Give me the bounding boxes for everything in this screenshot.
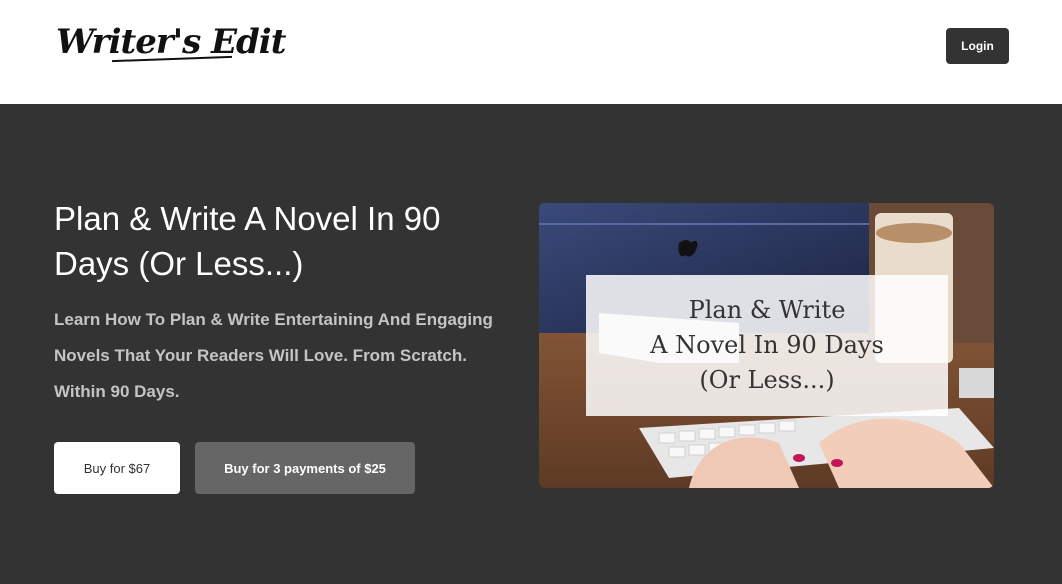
hero-subtitle: Learn How To Plan & Write Entertaining A…	[54, 310, 493, 401]
hero-section: Plan & Write A Novel In 90 Days (Or Less…	[0, 104, 1062, 584]
login-button[interactable]: Login	[946, 28, 1009, 64]
course-promo-image: Plan & Write A Novel In 90 Days (Or Less…	[539, 203, 994, 488]
promo-line-2: A Novel In 90 Days	[650, 331, 884, 359]
promo-overlay-text: Plan & Write A Novel In 90 Days (Or Less…	[586, 275, 948, 416]
promo-line-3: (Or Less...)	[699, 366, 835, 394]
buy-installments-button[interactable]: Buy for 3 payments of $25	[195, 442, 415, 494]
promo-line-1: Plan & Write	[688, 296, 846, 324]
hero-title: Plan & Write A Novel In 90 Days (Or Less…	[54, 200, 441, 282]
site-header: Writer's Edit Login	[0, 0, 1062, 104]
writers-edit-logo[interactable]: Writer's Edit	[56, 22, 286, 62]
buy-full-price-button[interactable]: Buy for $67	[54, 442, 180, 494]
